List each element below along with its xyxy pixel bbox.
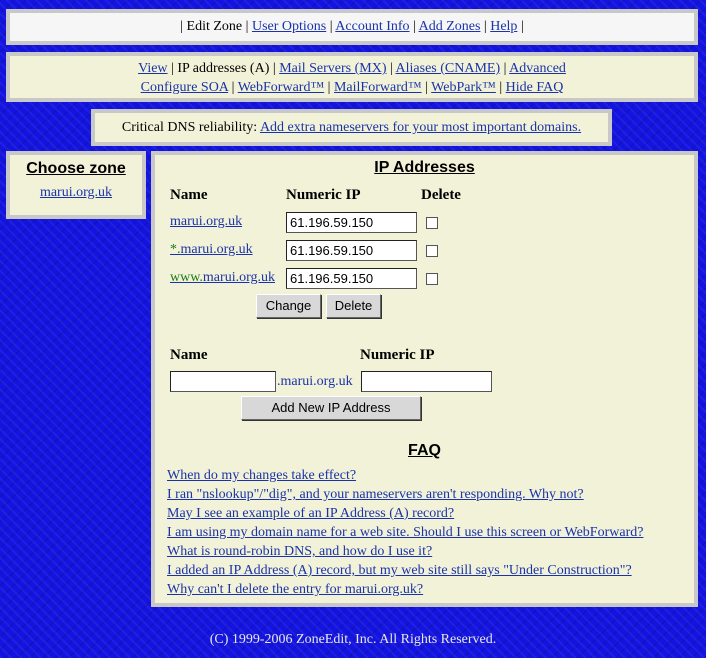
ip-input-wildcard[interactable]: [286, 240, 417, 261]
faq-item[interactable]: I added an IP Address (A) record, but my…: [167, 563, 632, 579]
nav-current-edit-zone: Edit Zone: [186, 19, 243, 34]
subnav-configure-soa[interactable]: Configure SOA: [141, 80, 229, 95]
subnav-aliases[interactable]: Aliases (CNAME): [396, 61, 501, 76]
new-name-input[interactable]: [170, 371, 276, 392]
delete-checkbox-www[interactable]: [426, 273, 438, 285]
new-ip-input[interactable]: [361, 371, 492, 392]
record-link-www[interactable]: www.marui.org.uk: [170, 270, 275, 286]
nav-help[interactable]: Help: [490, 19, 517, 34]
footer-copyright: (C) 1999-2006 ZoneEdit, Inc. All Rights …: [209, 632, 497, 647]
delete-checkbox-wildcard[interactable]: [426, 245, 438, 257]
faq-item[interactable]: I am using my domain name for a web site…: [167, 525, 643, 541]
subnav-hide-faq[interactable]: Hide FAQ: [506, 80, 564, 95]
promo-nameservers-link[interactable]: Add extra nameservers for your most impo…: [260, 120, 581, 135]
nav-user-options[interactable]: User Options: [252, 19, 326, 34]
add-name-header: Name: [170, 347, 208, 363]
faq-item[interactable]: What is round-robin DNS, and how do I us…: [167, 544, 432, 560]
faq-item[interactable]: Why can't I delete the entry for marui.o…: [167, 582, 423, 598]
choose-zone-title: Choose zone: [26, 160, 126, 177]
zone-link[interactable]: marui.org.uk: [10, 185, 142, 201]
promo-bar: Critical DNS reliability: Add extra name…: [91, 109, 612, 146]
faq-item[interactable]: I ran "nslookup"/"dig", and your nameser…: [167, 487, 584, 503]
add-ip-header: Numeric IP: [360, 347, 435, 363]
add-ip-button[interactable]: Add New IP Address: [241, 396, 421, 420]
subnav-view[interactable]: View: [138, 61, 167, 76]
record-link-wildcard[interactable]: *.marui.org.uk: [170, 242, 253, 258]
faq-item[interactable]: When do my changes take effect?: [167, 468, 356, 484]
col-delete-header: Delete: [421, 187, 461, 203]
choose-zone-panel: Choose zone marui.org.uk: [6, 151, 146, 219]
promo-label: Critical DNS reliability:: [121, 120, 258, 135]
ip-input-www[interactable]: [286, 268, 417, 289]
subnav-webforward[interactable]: WebForward™: [238, 80, 324, 95]
sub-nav: View | IP addresses (A) | Mail Servers (…: [6, 52, 698, 102]
faq-item[interactable]: May I see an example of an IP Address (A…: [167, 506, 454, 522]
delete-checkbox-root[interactable]: [426, 217, 438, 229]
nav-account-info[interactable]: Account Info: [335, 19, 409, 34]
subnav-mail-servers[interactable]: Mail Servers (MX): [279, 61, 386, 76]
delete-button[interactable]: Delete: [326, 294, 381, 318]
subnav-mailforward[interactable]: MailForward™: [334, 80, 422, 95]
ip-addresses-title: IP Addresses: [374, 159, 475, 176]
col-ip-header: Numeric IP: [286, 187, 361, 203]
main-panel: IP Addresses Name Numeric IP Delete maru…: [151, 151, 698, 607]
nav-add-zones[interactable]: Add Zones: [419, 19, 481, 34]
ip-input-root[interactable]: [286, 212, 417, 233]
faq-title: FAQ: [408, 442, 441, 459]
record-link-root[interactable]: marui.org.uk: [170, 214, 242, 230]
subnav-current-ip: IP addresses (A): [177, 61, 270, 76]
subnav-advanced[interactable]: Advanced: [509, 61, 566, 76]
top-nav: | Edit Zone | User Options | Account Inf…: [6, 9, 698, 45]
zone-suffix-label: .marui.org.uk: [277, 374, 353, 389]
subnav-webpark[interactable]: WebPark™: [431, 80, 496, 95]
col-name-header: Name: [170, 187, 208, 203]
change-button[interactable]: Change: [256, 294, 321, 318]
